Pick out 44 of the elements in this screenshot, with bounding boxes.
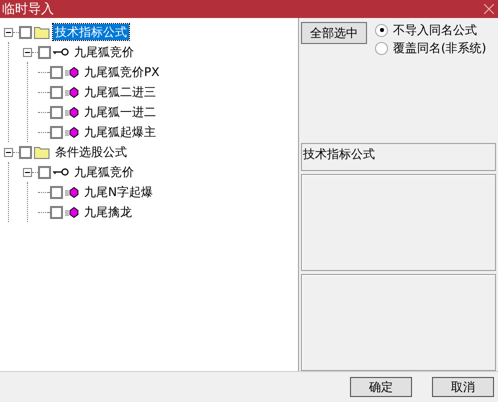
tree-item[interactable]: 九尾狐竞价 [72,164,136,180]
tree-checkbox[interactable] [38,46,51,58]
window-title: 临时导入 [2,1,54,18]
folder-icon [34,26,50,38]
tree-item[interactable]: 九尾N字起爆 [82,184,155,200]
formula-icon [65,106,79,118]
tree-checkbox[interactable] [19,26,32,38]
folder-icon [34,146,50,158]
expand-toggle[interactable] [23,168,32,176]
radio-label[interactable]: 覆盖同名(非系统) [393,40,486,56]
tree-item[interactable]: 九尾狐竞价PX [82,64,162,80]
tree-checkbox[interactable] [50,106,63,118]
tree-checkbox[interactable] [50,186,63,198]
key-icon [53,168,69,176]
tree-item[interactable]: 九尾狐二进三 [82,84,158,100]
select-all-button[interactable]: 全部选中 [301,22,367,44]
radio-button[interactable] [375,42,388,54]
formula-icon [65,126,79,138]
radio-button[interactable] [375,24,388,36]
close-icon[interactable] [484,4,494,14]
tree-item[interactable]: 九尾狐竞价 [72,44,136,60]
expand-toggle[interactable] [4,148,13,156]
expand-toggle[interactable] [4,28,13,36]
tree-checkbox[interactable] [50,86,63,98]
dialog-button[interactable]: 确定 [350,377,412,397]
tree-checkbox[interactable] [50,206,63,218]
expand-toggle[interactable] [23,48,32,56]
tree-checkbox[interactable] [19,146,32,158]
formula-icon [65,86,79,98]
formula-icon [65,206,79,218]
tree-checkbox[interactable] [38,166,51,178]
tree-item[interactable]: 技术指标公式 [53,24,129,40]
formula-icon [65,186,79,198]
tree-checkbox[interactable] [50,66,63,78]
tree-item[interactable]: 条件选股公式 [53,144,129,160]
dialog-button[interactable]: 取消 [432,377,494,397]
tree-item[interactable]: 九尾狐起爆主 [82,124,158,140]
key-icon [53,48,69,56]
radio-label[interactable]: 不导入同名公式 [393,22,477,38]
tree-checkbox[interactable] [50,126,63,138]
info-panel: 技术指标公式 [301,143,496,171]
tree-item[interactable]: 九尾狐一进二 [82,104,158,120]
tree-item[interactable]: 九尾擒龙 [82,204,134,220]
formula-icon [65,66,79,78]
